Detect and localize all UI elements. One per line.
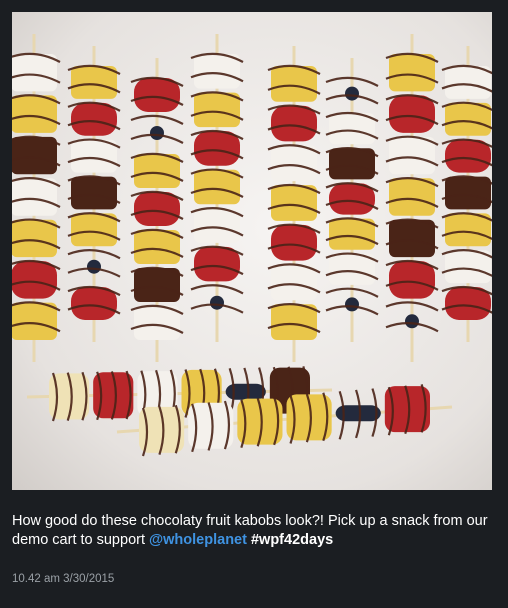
fruit-kabobs-image [12,12,492,490]
post-timestamp: 10.42 am 3/30/2015 [12,573,115,585]
hashtag-link[interactable]: #wpf42days [251,532,333,548]
post-caption: How good do these chocolaty fruit kabobs… [12,512,498,550]
caption-text: How good do these chocolaty fruit kabobs… [12,513,488,548]
mention-link[interactable]: @wholeplanet [149,532,247,548]
post-photo[interactable] [12,12,492,490]
post-card: How good do these chocolaty fruit kabobs… [0,0,508,608]
